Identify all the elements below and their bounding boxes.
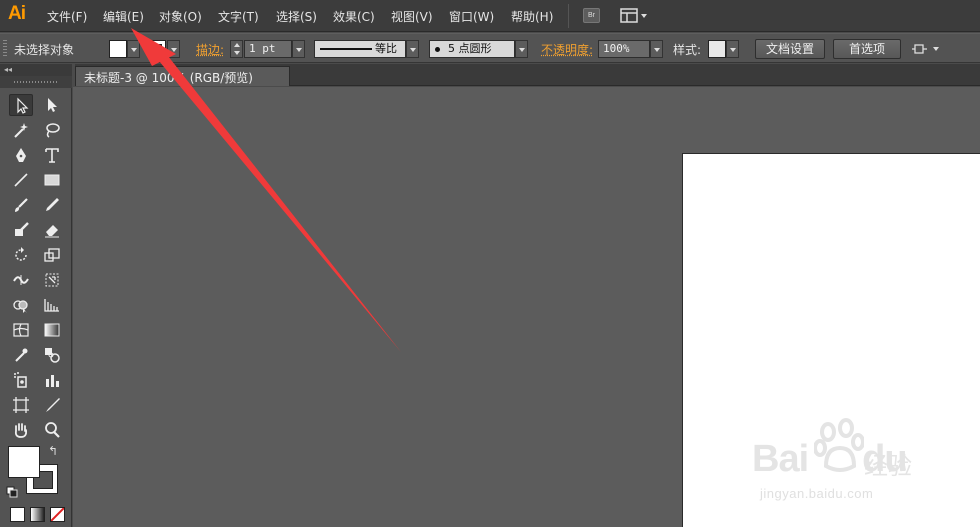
- hand-tool-icon[interactable]: [9, 419, 33, 441]
- menu-view[interactable]: 视图(V): [391, 8, 433, 25]
- menu-divider: [568, 4, 569, 28]
- menu-window[interactable]: 窗口(W): [449, 8, 494, 25]
- rectangle-tool-icon[interactable]: [40, 169, 64, 191]
- symbol-sprayer-tool-icon[interactable]: [9, 369, 33, 391]
- gradient-mode-button[interactable]: [30, 507, 45, 522]
- profile-label: 等比: [375, 42, 397, 55]
- menu-edit[interactable]: 编辑(E): [103, 8, 144, 25]
- document-setup-button[interactable]: 文档设置: [755, 39, 825, 59]
- menu-help[interactable]: 帮助(H): [511, 8, 553, 25]
- stroke-weight-dropdown[interactable]: [292, 40, 305, 58]
- document-tab-strip: 未标题-3 @ 100% (RGB/预览): [75, 64, 980, 86]
- default-fill-stroke-icon[interactable]: [6, 486, 18, 498]
- none-mode-button[interactable]: [50, 507, 65, 522]
- app-logo: Ai: [8, 3, 26, 24]
- tools-panel-header[interactable]: [0, 76, 72, 88]
- stroke-weight-spinner[interactable]: [230, 40, 243, 58]
- control-bar: 未选择对象 描边: 1 pt 等比 5 点圆形 不透明度: 100% 样式: 文…: [0, 33, 980, 63]
- document-tab[interactable]: 未标题-3 @ 100% (RGB/预览): [75, 66, 290, 86]
- bridge-button[interactable]: Br: [583, 8, 600, 23]
- menu-select[interactable]: 选择(S): [276, 8, 317, 25]
- stroke-color-swatch[interactable]: [148, 40, 166, 58]
- selection-status: 未选择对象: [14, 43, 75, 57]
- scale-tool-icon[interactable]: [40, 244, 64, 266]
- gradient-tool-icon[interactable]: [40, 319, 64, 341]
- style-dropdown[interactable]: [726, 40, 739, 58]
- perspective-grid-tool-icon[interactable]: [40, 294, 64, 316]
- menu-bar: Ai 文件(F) 编辑(E) 对象(O) 文字(T) 选择(S) 效果(C) 视…: [0, 0, 980, 32]
- free-transform-tool-icon[interactable]: [40, 269, 64, 291]
- brush-dropdown[interactable]: [515, 40, 528, 58]
- watermark: Bai du 经验 jingyan.baidu.com: [752, 418, 952, 518]
- eyedropper-tool-icon[interactable]: [9, 344, 33, 366]
- menu-type[interactable]: 文字(T): [218, 8, 259, 25]
- slice-tool-icon[interactable]: [40, 394, 64, 416]
- color-mode-button[interactable]: [10, 507, 25, 522]
- fill-color-swatch[interactable]: [109, 40, 127, 58]
- brush-definition[interactable]: 5 点圆形: [429, 40, 515, 58]
- blend-tool-icon[interactable]: [40, 344, 64, 366]
- stroke-weight-field[interactable]: 1 pt: [244, 40, 292, 58]
- menu-effect[interactable]: 效果(C): [333, 8, 375, 25]
- variable-width-profile[interactable]: 等比: [314, 40, 406, 58]
- menu-object[interactable]: 对象(O): [159, 8, 202, 25]
- profile-dropdown[interactable]: [406, 40, 419, 58]
- menu-file[interactable]: 文件(F): [47, 8, 87, 25]
- graphic-style-swatch[interactable]: [708, 40, 726, 58]
- opacity-dropdown[interactable]: [650, 40, 663, 58]
- pencil-tool-icon[interactable]: [40, 194, 64, 216]
- width-tool-icon[interactable]: [9, 269, 33, 291]
- pen-tool-icon[interactable]: [9, 144, 33, 166]
- fill-swatch[interactable]: [8, 446, 40, 478]
- stroke-dropdown[interactable]: [167, 40, 180, 58]
- swap-fill-stroke-icon[interactable]: ↰: [48, 444, 58, 458]
- brush-dot-icon: [435, 47, 440, 52]
- arrange-documents-icon[interactable]: [912, 41, 942, 57]
- type-tool-icon[interactable]: [40, 144, 64, 166]
- eraser-tool-icon[interactable]: [40, 219, 64, 241]
- artboard-tool-icon[interactable]: [9, 394, 33, 416]
- workspace-layout-icon[interactable]: [620, 8, 650, 24]
- zoom-tool-icon[interactable]: [40, 419, 64, 441]
- stroke-label[interactable]: 描边:: [196, 41, 224, 58]
- tools-collapse-toggle[interactable]: ◂◂: [0, 64, 72, 76]
- direct-selection-tool-icon[interactable]: [40, 94, 64, 116]
- magic-wand-tool-icon[interactable]: [9, 119, 33, 141]
- fill-dropdown[interactable]: [127, 40, 140, 58]
- column-graph-tool-icon[interactable]: [40, 369, 64, 391]
- blob-brush-tool-icon[interactable]: [9, 219, 33, 241]
- line-segment-tool-icon[interactable]: [9, 169, 33, 191]
- mesh-tool-icon[interactable]: [9, 319, 33, 341]
- profile-line-icon: [320, 48, 372, 50]
- watermark-cn-text: 经验: [864, 452, 912, 480]
- paintbrush-tool-icon[interactable]: [9, 194, 33, 216]
- preferences-button[interactable]: 首选项: [833, 39, 901, 59]
- rotate-tool-icon[interactable]: [9, 244, 33, 266]
- opacity-field[interactable]: 100%: [598, 40, 650, 58]
- watermark-url: jingyan.baidu.com: [760, 486, 874, 501]
- style-label: 样式:: [673, 43, 702, 57]
- shape-builder-tool-icon[interactable]: [9, 294, 33, 316]
- brush-label: 5 点圆形: [448, 42, 492, 55]
- selection-tool-icon[interactable]: [9, 94, 33, 116]
- panel-grip[interactable]: [3, 40, 7, 58]
- opacity-label[interactable]: 不透明度:: [541, 41, 593, 58]
- lasso-tool-icon[interactable]: [40, 119, 64, 141]
